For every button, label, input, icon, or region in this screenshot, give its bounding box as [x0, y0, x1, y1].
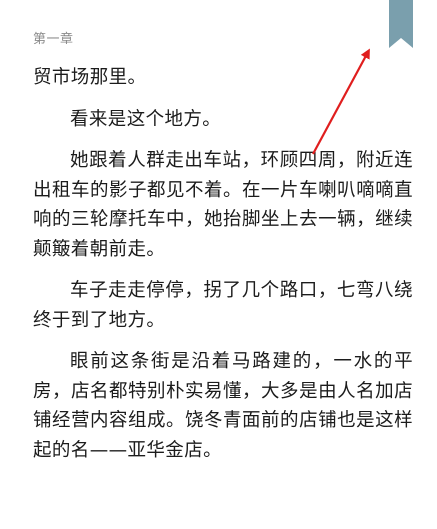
paragraph-3: 她跟着人群走出车站，环顾四周，附近连出租车的影子都见不着。在一片车喇叭嘀嘀直响的… [33, 150, 413, 260]
paragraph-1: 贸市场那里。 [33, 67, 147, 88]
paragraph-5: 眼前这条街是沿着马路建的，一水的平房，店名都特别朴实易懂，大多是由人名加店铺经营… [33, 351, 413, 461]
paragraph-4: 车子走走停停，拐了几个路口，七弯八绕终于到了地方。 [33, 280, 413, 331]
bookmark-ribbon-icon[interactable] [389, 0, 413, 48]
bookmark-ribbon-shape [389, 0, 413, 48]
paragraph-2: 看来是这个地方。 [70, 108, 222, 130]
reading-content: 贸市场那里。 看来是这个地方。 她跟着人群走出车站，环顾四周，附近连出租车的影子… [33, 63, 413, 477]
chapter-title: 第一章 [33, 32, 74, 47]
